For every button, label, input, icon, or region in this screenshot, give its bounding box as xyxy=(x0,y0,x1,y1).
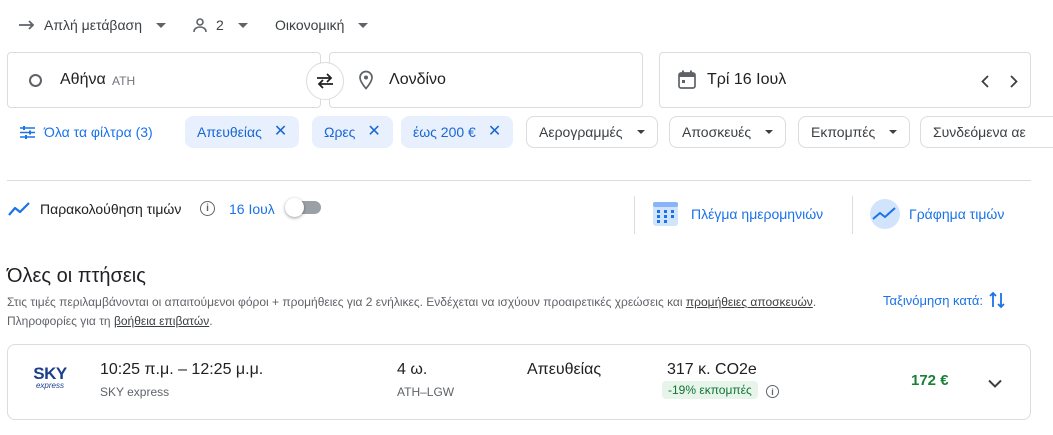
date-field[interactable]: Τρί 16 Ιουλ xyxy=(659,52,1031,108)
sort-button[interactable]: Ταξινόμηση κατά: xyxy=(883,291,1005,309)
price-tracking-label: Παρακολούθηση τιμών xyxy=(40,201,182,217)
results-heading: Όλες οι πτήσεις xyxy=(7,265,146,287)
chevron-down-icon xyxy=(237,22,248,28)
vertical-divider xyxy=(852,196,853,234)
trip-type-selector[interactable]: Απλή μετάβαση xyxy=(18,14,166,36)
results-notice: Στις τιμές περιλαμβάνονται οι απαιτούμεν… xyxy=(7,293,857,331)
chip-label: έως 200 € xyxy=(413,124,476,140)
chip-label: Απευθείας xyxy=(197,124,262,140)
chip-label: Αποσκευές xyxy=(682,124,752,140)
price-tracking-date: 16 Ιουλ xyxy=(229,201,275,217)
chip-label: Αερογραμμές xyxy=(539,124,623,140)
baggage-fees-link[interactable]: προμήθειες αποσκευών xyxy=(686,295,813,309)
chevron-down-icon xyxy=(988,379,1002,388)
arrow-right-icon xyxy=(19,20,35,30)
origin-field[interactable]: Αθήνα ATH xyxy=(7,52,321,108)
filters-divider xyxy=(7,180,1031,181)
date-grid-icon xyxy=(653,202,678,226)
flight-price: 172 € xyxy=(911,372,949,389)
origin-code: ATH xyxy=(112,74,136,88)
price-graph-label: Γράφημα τιμών xyxy=(909,206,1005,222)
passengers-selector[interactable]: 2 xyxy=(192,14,248,36)
caret-down-icon xyxy=(636,130,645,134)
logo-text: SKY xyxy=(33,364,67,383)
chevron-left-icon xyxy=(981,74,989,88)
swap-button[interactable] xyxy=(306,62,344,100)
chip-nonstop[interactable]: Απευθείας ✕ xyxy=(185,116,300,148)
airline-name: SKY express xyxy=(100,385,170,399)
chip-connecting-airports[interactable]: Συνδεόμενα αε xyxy=(920,116,1053,148)
chip-airlines[interactable]: Αερογραμμές xyxy=(526,116,658,148)
date-grid-label: Πλέγμα ημερομηνιών xyxy=(691,205,824,222)
price-graph-button[interactable]: Γράφημα τιμών xyxy=(869,199,1004,229)
emissions-badge: -19% εκπομπές xyxy=(662,381,758,399)
location-pin-icon xyxy=(359,70,373,90)
caret-down-icon xyxy=(889,130,898,134)
next-date-button[interactable] xyxy=(1005,71,1023,91)
notice-text: . xyxy=(209,314,213,328)
chevron-down-icon xyxy=(358,22,369,28)
cabin-class-label: Οικονομική xyxy=(275,17,345,33)
filter-sliders-icon xyxy=(20,125,35,139)
info-icon[interactable]: i xyxy=(200,201,215,216)
swap-arrows-icon xyxy=(317,73,333,89)
origin-circle-icon xyxy=(29,74,42,87)
destination-city: Λονδίνο xyxy=(389,71,446,88)
person-icon xyxy=(193,18,207,33)
origin-city: Αθήνα xyxy=(60,71,106,88)
calendar-icon xyxy=(678,70,696,89)
chip-times[interactable]: Ωρες ✕ xyxy=(312,116,393,148)
logo-subtext: express xyxy=(35,381,64,390)
toggle-thumb xyxy=(285,198,304,217)
sort-label: Ταξινόμηση κατά: xyxy=(883,292,983,308)
chip-label: Ωρες xyxy=(324,124,356,140)
chip-emissions[interactable]: Εκπομπές xyxy=(798,116,911,148)
notice-text: Στις τιμές περιλαμβάνονται οι απαιτούμεν… xyxy=(7,295,686,309)
destination-field[interactable]: Λονδίνο xyxy=(329,52,643,108)
caret-down-icon xyxy=(765,130,774,134)
airline-logo: SKY express xyxy=(30,365,70,390)
chevron-down-icon xyxy=(155,22,166,28)
chip-bags[interactable]: Αποσκευές xyxy=(669,116,787,148)
chip-price[interactable]: έως 200 € ✕ xyxy=(401,116,514,148)
all-filters-label: Όλα τα φίλτρα (3) xyxy=(44,124,153,140)
date-value: Τρί 16 Ιουλ xyxy=(707,71,787,88)
trending-line-icon xyxy=(8,202,30,216)
info-icon[interactable]: i xyxy=(766,385,779,398)
price-graph-icon xyxy=(870,199,900,229)
flight-emissions: 317 κ. CO2e xyxy=(667,361,757,378)
close-icon[interactable]: ✕ xyxy=(367,124,380,140)
flight-route: ATH–LGW xyxy=(397,385,455,399)
price-tracking-toggle[interactable] xyxy=(285,198,321,217)
close-icon[interactable]: ✕ xyxy=(274,124,287,140)
trip-type-label: Απλή μετάβαση xyxy=(44,17,142,33)
chip-label: Εκπομπές xyxy=(811,124,876,140)
flight-result-card[interactable]: SKY express 10:25 π.μ. – 12:25 μ.μ. SKY … xyxy=(7,344,1031,420)
cabin-class-selector[interactable]: Οικονομική xyxy=(275,14,369,36)
date-grid-button[interactable]: Πλέγμα ημερομηνιών xyxy=(652,200,823,227)
sort-arrows-icon xyxy=(989,291,1005,309)
passengers-count: 2 xyxy=(216,17,224,33)
flight-stops: Απευθείας xyxy=(527,361,602,378)
chevron-right-icon xyxy=(1010,74,1018,88)
all-filters-button[interactable]: Όλα τα φίλτρα (3) xyxy=(8,116,165,148)
expand-button[interactable] xyxy=(985,373,1005,393)
passenger-assistance-link[interactable]: βοήθεια επιβατών xyxy=(114,314,209,328)
flight-duration: 4 ω. xyxy=(397,361,428,378)
previous-date-button[interactable] xyxy=(976,71,994,91)
chip-label: Συνδεόμενα αε xyxy=(933,124,1026,140)
flight-times: 10:25 π.μ. – 12:25 μ.μ. xyxy=(100,361,264,378)
vertical-divider xyxy=(634,196,635,234)
close-icon[interactable]: ✕ xyxy=(488,124,501,140)
